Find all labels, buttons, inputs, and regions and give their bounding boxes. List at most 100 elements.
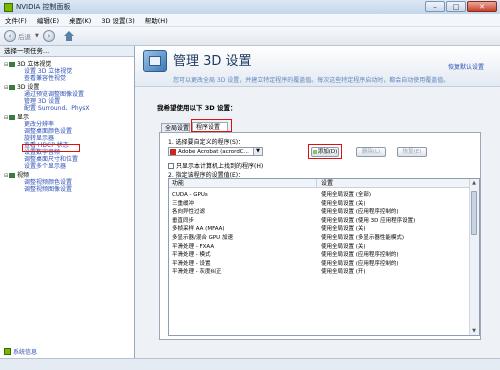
- feature-cell: 多显示器/混合 GPU 加速: [172, 235, 233, 241]
- tree-item-label: 设置 3D 立体视觉: [24, 68, 73, 75]
- settings-table: 功能 设置 CUDA - GPUs 使用全局设置 (全部) 三重缓冲 使用全局设置 (…: [168, 178, 480, 336]
- tree-item-label: 调整视频颜色设置: [24, 179, 73, 186]
- remove-button[interactable]: 删除(L): [356, 147, 386, 157]
- minimize-button[interactable]: –: [425, 1, 445, 12]
- forward-arrow-icon[interactable]: ›: [42, 30, 55, 42]
- tree-link[interactable]: 管理 3D 设置: [24, 98, 60, 105]
- tree-item-label: 调整桌面尺寸和位置: [24, 156, 79, 163]
- tree-link[interactable]: 旋转显示器: [24, 135, 54, 142]
- tree-link[interactable]: 通过预览调整图像设置: [24, 91, 84, 98]
- remove-button-label: 删除(L): [361, 149, 381, 155]
- restore-button[interactable]: 恢复(E): [397, 147, 427, 157]
- menu-file[interactable]: 文件(F): [0, 15, 32, 25]
- program-settings-pane: 1. 选择要自定义的程序(S)： Adobe Acrobat (acrordC.…: [159, 132, 481, 340]
- tree-item-label: 旋转显示器: [24, 135, 55, 142]
- menu-desktop[interactable]: 桌面(K): [64, 15, 96, 25]
- scroll-down-icon[interactable]: ▼: [471, 328, 477, 334]
- checkbox-box[interactable]: [168, 162, 174, 169]
- column-header-feature[interactable]: 功能: [169, 179, 317, 188]
- back-button-label[interactable]: 后退: [18, 31, 31, 41]
- home-icon[interactable]: [63, 30, 75, 42]
- back-dropdown-icon[interactable]: ▼: [35, 33, 39, 39]
- menu-3d-settings[interactable]: 3D 设置(3): [96, 15, 139, 25]
- scroll-up-icon[interactable]: ▲: [471, 180, 477, 186]
- step1-label: 1. 选择要自定义的程序(S)：: [168, 139, 245, 146]
- menu-help[interactable]: 帮助(H): [140, 15, 173, 25]
- title-bar: NVIDIA 控制面板 – □ ✕: [0, 0, 500, 14]
- tree-link[interactable]: 调整视频图像设置: [24, 186, 72, 193]
- feature-cell: 垂直同步: [172, 217, 195, 224]
- table-row[interactable]: 平滑处理 - 设置 使用全局设置 (应用程序控制的): [169, 260, 472, 268]
- feature-cell: CUDA - GPUs: [172, 192, 208, 198]
- tree-item-label: 通过预览调整图像设置: [24, 91, 85, 98]
- nvidia-logo-icon: [4, 2, 13, 12]
- tree-item-label: 视频: [17, 172, 30, 179]
- table-row[interactable]: 平滑处理 - 模式 使用全局设置 (应用程序控制的): [169, 251, 472, 259]
- program-select-value: Adobe Acrobat (acrordC...: [178, 148, 249, 155]
- checkbox-label: 只显示本计算机上找到的程序(H): [176, 163, 264, 170]
- 3d-settings-icon: [143, 50, 167, 72]
- system-info-link[interactable]: 系统信息: [4, 347, 37, 356]
- table-row[interactable]: 多帧采样 AA (MFAA) 使用全局设置 (关): [169, 225, 472, 233]
- table-scrollbar[interactable]: ▲ ▼: [469, 179, 479, 335]
- status-bar: [0, 358, 500, 370]
- chevron-down-icon[interactable]: ▼: [253, 148, 262, 155]
- tree-item-label: 设置多个显示器: [24, 163, 67, 170]
- setting-cell[interactable]: 使用全局设置 (关): [321, 200, 366, 208]
- setting-cell[interactable]: 使用全局设置 (全部): [321, 191, 371, 199]
- tree-item-label: 管理 3D 设置: [24, 98, 61, 105]
- scrollbar-thumb[interactable]: [471, 191, 477, 235]
- setting-cell[interactable]: 使用全局设置 (应用程序控制的): [321, 251, 399, 259]
- restore-defaults-link[interactable]: 恢复默认设置: [448, 62, 484, 71]
- setting-cell[interactable]: 使用全局设置 (开): [321, 268, 366, 276]
- page-title: 管理 3D 设置: [173, 54, 252, 69]
- close-button[interactable]: ✕: [467, 1, 497, 12]
- highlight-box-add: [308, 144, 342, 159]
- tree-link[interactable]: 调整视频颜色设置: [24, 179, 72, 186]
- menu-edit[interactable]: 编辑(E): [32, 15, 64, 25]
- tree-item-label: 调整视频图像设置: [24, 186, 73, 193]
- tree-link[interactable]: 配置 Surround、PhysX: [24, 105, 90, 112]
- tree-link[interactable]: 设置 3D 立体视觉: [24, 68, 72, 75]
- tree-item-label: 显示: [17, 114, 30, 121]
- maximize-button[interactable]: □: [446, 1, 466, 12]
- setting-cell[interactable]: 使用全局设置 (应用程序控制的): [321, 208, 399, 216]
- menu-bar: 文件(F) 编辑(E) 桌面(K) 3D 设置(3) 帮助(H): [0, 14, 500, 27]
- table-row[interactable]: 三重缓冲 使用全局设置 (关): [169, 200, 472, 208]
- setting-cell[interactable]: 使用全局设置 (应用程序控制的): [321, 260, 399, 268]
- column-header-setting[interactable]: 设置: [317, 179, 472, 188]
- tree-item-label: 配置 Surround、PhysX: [24, 105, 90, 112]
- setting-cell[interactable]: 使用全局设置 (多显示器性能模式): [321, 234, 404, 242]
- system-info-icon: [4, 348, 11, 355]
- category-icon: [9, 115, 15, 120]
- category-icon: [9, 173, 15, 178]
- table-row[interactable]: 多显示器/混合 GPU 加速 使用全局设置 (多显示器性能模式): [169, 234, 472, 242]
- setting-cell[interactable]: 使用全局设置 (关): [321, 225, 366, 233]
- table-row[interactable]: 各向异性过滤 使用全局设置 (应用程序控制的): [169, 208, 472, 216]
- table-row[interactable]: 平滑处理 - FXAA 使用全局设置 (关): [169, 243, 472, 251]
- tree-item-label: 查看兼容性视觉: [24, 75, 67, 82]
- program-select[interactable]: Adobe Acrobat (acrordC... ▼: [168, 147, 263, 156]
- feature-cell: 多帧采样 AA (MFAA): [172, 226, 225, 233]
- setting-cell[interactable]: 使用全局设置 (关): [321, 243, 366, 251]
- feature-cell: 各向异性过滤: [172, 209, 206, 216]
- tree-link[interactable]: 调整桌面颜色设置: [24, 128, 72, 135]
- tree-link[interactable]: 查看兼容性视觉: [24, 75, 66, 82]
- system-info-label[interactable]: 系统信息: [13, 347, 37, 356]
- feature-cell: 平滑处理 - FXAA: [172, 243, 215, 250]
- feature-cell: 平滑处理 - 设置: [172, 260, 211, 267]
- tree-link[interactable]: 调整桌面尺寸和位置: [24, 156, 78, 163]
- show-found-programs-checkbox[interactable]: 只显示本计算机上找到的程序(H): [168, 161, 263, 170]
- category-icon: [9, 62, 15, 67]
- table-row[interactable]: 平滑处理 - 灰度纠正 使用全局设置 (开): [169, 268, 472, 276]
- table-row[interactable]: CUDA - GPUs 使用全局设置 (全部): [169, 191, 472, 199]
- tree-item-label: 3D 设置: [17, 84, 40, 91]
- table-row[interactable]: 垂直同步 使用全局设置 (使用 3D 应用程序设置): [169, 217, 472, 225]
- tree-link[interactable]: 设置多个显示器: [24, 163, 66, 170]
- tree-item-label: 更改分辨率: [24, 121, 55, 128]
- task-panel-header: 选择一项任务...: [0, 46, 134, 57]
- back-arrow-icon[interactable]: ‹: [4, 30, 16, 42]
- setting-cell[interactable]: 使用全局设置 (使用 3D 应用程序设置): [321, 217, 415, 225]
- main-panel: 管理 3D 设置 恢复默认设置 您可以更改全局 3D 设置，并建立特定程序的覆盖…: [135, 46, 500, 358]
- tree-link[interactable]: 更改分辨率: [24, 121, 54, 128]
